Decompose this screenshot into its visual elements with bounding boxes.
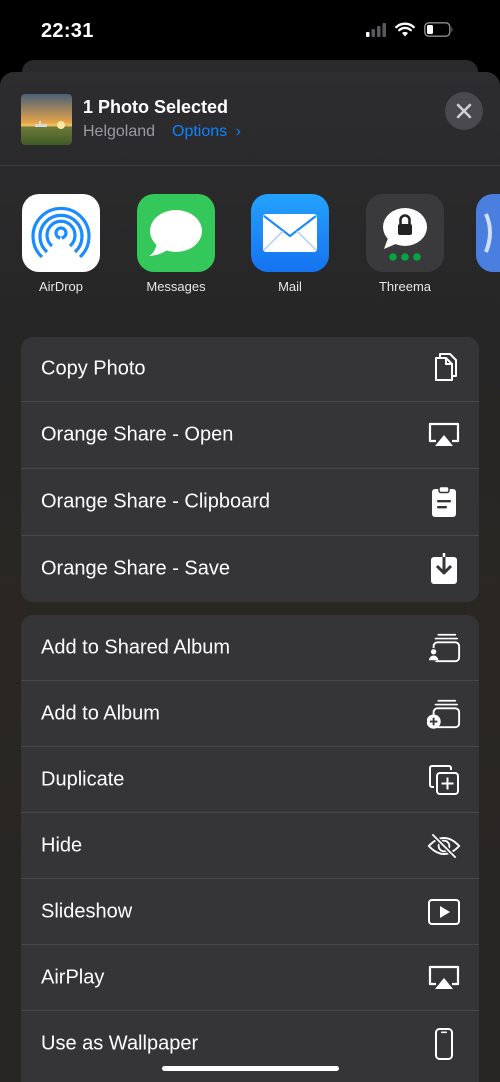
action-label: Orange Share - Save — [41, 557, 230, 580]
add-album-icon — [427, 697, 461, 731]
status-icons — [366, 22, 454, 37]
share-sheet-header: 1 Photo Selected Helgoland Options › — [0, 72, 500, 166]
action-copy-photo[interactable]: Copy Photo — [21, 337, 479, 402]
airplay-icon — [427, 961, 461, 995]
action-orange-share-save[interactable]: Orange Share - Save — [21, 536, 479, 602]
wifi-icon — [395, 22, 415, 37]
action-label: Use as Wallpaper — [41, 1032, 199, 1054]
messages-icon — [137, 194, 215, 272]
share-sheet: 1 Photo Selected Helgoland Options › Air… — [0, 72, 500, 1082]
action-label: Add to Shared Album — [41, 636, 231, 658]
battery-icon — [424, 22, 453, 37]
cellular-signal-icon — [366, 22, 386, 37]
slideshow-icon — [427, 895, 461, 929]
action-label: Orange Share - Open — [41, 423, 234, 446]
action-slideshow[interactable]: Slideshow — [21, 879, 479, 945]
action-label: Slideshow — [41, 900, 133, 922]
home-indicator[interactable] — [162, 1066, 339, 1071]
action-label: Add to Album — [41, 702, 160, 724]
action-label: Duplicate — [41, 768, 125, 790]
options-label: Options — [172, 123, 228, 140]
app-mail[interactable]: Mail — [245, 194, 335, 294]
action-label: Orange Share - Clipboard — [41, 490, 271, 513]
action-label: Hide — [41, 834, 83, 856]
action-add-to-shared-album[interactable]: Add to Shared Album — [21, 615, 479, 681]
threema-icon — [366, 194, 444, 272]
options-button[interactable]: Options › — [172, 123, 241, 141]
photo-thumbnail — [21, 94, 72, 145]
partial-app-icon — [476, 194, 500, 272]
duplicate-icon — [427, 763, 461, 797]
action-airplay[interactable]: AirPlay — [21, 945, 479, 1011]
clipboard-icon — [427, 485, 461, 519]
airplay-icon — [427, 418, 461, 452]
close-icon — [456, 103, 472, 119]
chevron-right-icon: › — [235, 123, 241, 140]
action-hide[interactable]: Hide — [21, 813, 479, 879]
copy-icon — [427, 352, 461, 386]
action-duplicate[interactable]: Duplicate — [21, 747, 479, 813]
action-orange-share-clipboard[interactable]: Orange Share - Clipboard — [21, 469, 479, 536]
status-time: 22:31 — [41, 20, 94, 42]
action-label: Copy Photo — [41, 357, 146, 380]
action-orange-share-open[interactable]: Orange Share - Open — [21, 402, 479, 469]
app-label: Mail — [278, 279, 302, 294]
action-add-to-album[interactable]: Add to Album — [21, 681, 479, 747]
shared-album-icon — [427, 631, 461, 665]
hide-icon — [427, 829, 461, 863]
close-button[interactable] — [445, 92, 483, 130]
photo-location: Helgoland — [83, 123, 156, 140]
app-label: AirDrop — [38, 279, 84, 294]
app-messages[interactable]: Messages — [131, 194, 221, 294]
app-airdrop[interactable]: AirDrop — [16, 194, 106, 294]
selection-title: 1 Photo Selected — [83, 97, 229, 117]
app-threema[interactable]: Threema — [360, 194, 450, 294]
actions-group-orange-share: Copy Photo Orange Share - Open Orange Sh… — [21, 337, 479, 602]
app-label: Threema — [378, 279, 432, 294]
mail-icon — [251, 194, 329, 272]
status-bar: 22:31 — [0, 0, 500, 64]
airdrop-icon — [22, 194, 100, 272]
action-label: AirPlay — [41, 966, 105, 988]
actions-group-photos: Add to Shared Album Add to Album Duplica… — [21, 615, 479, 1082]
app-partial[interactable] — [476, 194, 500, 272]
wallpaper-icon — [427, 1027, 461, 1061]
app-label: Messages — [146, 279, 206, 294]
save-icon — [427, 552, 461, 586]
